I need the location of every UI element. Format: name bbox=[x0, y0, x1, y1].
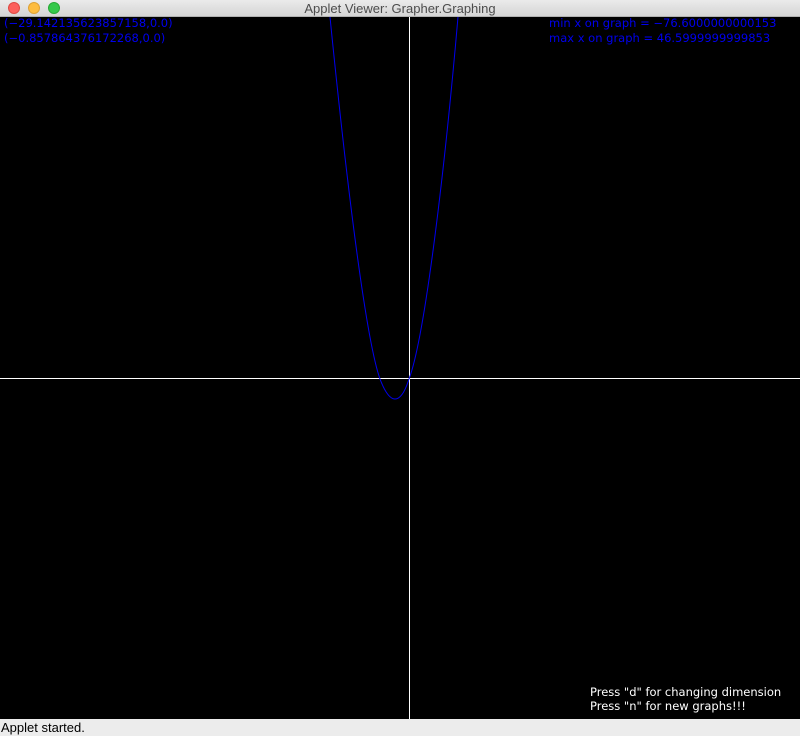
hint-new-graph-label: Press "n" for new graphs!!! bbox=[590, 699, 746, 713]
root-1-label: (−29.142135623857158,0.0) bbox=[4, 17, 173, 30]
status-bar: Applet started. bbox=[0, 719, 800, 736]
graph-svg bbox=[0, 17, 800, 719]
title-bar[interactable]: Applet Viewer: Grapher.Graphing bbox=[0, 0, 800, 17]
applet-window: Applet Viewer: Grapher.Graphing (−29.142… bbox=[0, 0, 800, 736]
graph-canvas[interactable]: (−29.142135623857158,0.0) (−0.8578643761… bbox=[0, 17, 800, 719]
root-2-label: (−0.857864376172268,0.0) bbox=[4, 31, 166, 45]
hint-dimension-label: Press "d" for changing dimension bbox=[590, 685, 782, 699]
min-x-label: min x on graph = −76.6000000000153 bbox=[549, 17, 777, 30]
max-x-label: max x on graph = 46.5999999999853 bbox=[549, 31, 771, 45]
window-title: Applet Viewer: Grapher.Graphing bbox=[304, 1, 496, 16]
parabola-curve bbox=[329, 17, 459, 400]
